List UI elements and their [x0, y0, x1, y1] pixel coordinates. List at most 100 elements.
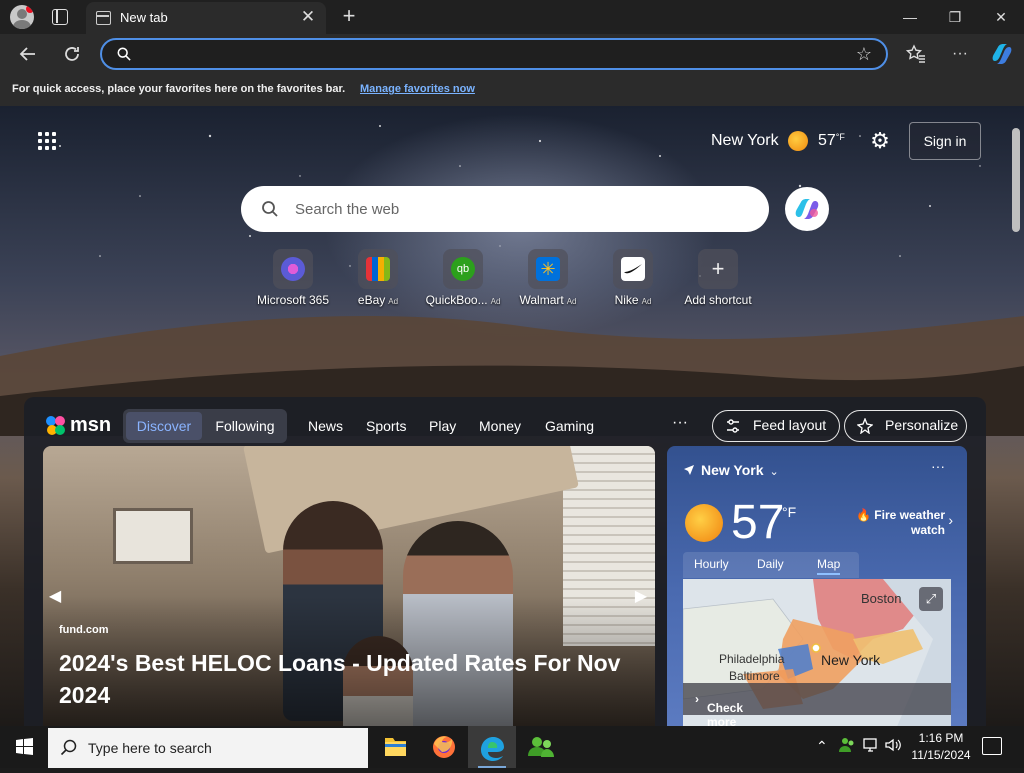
tab-hourly[interactable]: Hourly — [694, 557, 729, 571]
location-arrow-icon — [684, 465, 694, 475]
tab-map[interactable]: Map — [817, 557, 841, 575]
nav-play[interactable]: Play — [429, 418, 456, 434]
fire-icon: 🔥 — [856, 508, 871, 522]
msn-logo[interactable]: msn — [44, 412, 114, 438]
shortcut-microsoft-365[interactable]: Microsoft 365 — [250, 249, 336, 307]
tab-daily[interactable]: Daily — [757, 557, 784, 571]
close-window-button[interactable]: ✕ — [986, 4, 1016, 30]
refresh-icon[interactable] — [59, 41, 85, 67]
msn-feed: msn Discover Following News Sports Play … — [24, 397, 986, 726]
manage-favorites-link[interactable]: Manage favorites now — [360, 83, 475, 95]
favorite-star-icon[interactable]: ☆ — [856, 44, 872, 64]
weather-card-temp: 57 — [731, 496, 785, 549]
article-headline[interactable]: 2024's Best HELOC Loans - Updated Rates … — [59, 647, 639, 711]
more-nav-button[interactable]: ··· — [672, 414, 688, 432]
microsoft-365-icon — [281, 257, 305, 281]
sparkle-star-icon — [857, 418, 873, 434]
plus-icon: + — [711, 256, 725, 281]
settings-more-icon[interactable]: ··· — [947, 41, 973, 67]
add-shortcut-button[interactable]: + Add shortcut — [675, 249, 761, 307]
chevron-right-icon: › — [948, 512, 953, 528]
weather-location[interactable]: New York ⌄ — [683, 462, 779, 478]
map-label-philadelphia: Philadelphia — [719, 652, 785, 666]
weather-alert-map[interactable]: Boston Philadelphia New York Baltimore ⤢… — [683, 579, 951, 726]
new-tab-button[interactable]: + — [338, 5, 360, 27]
check-alert-details-link[interactable]: Check more alert details › — [683, 683, 951, 726]
expand-map-icon[interactable]: ⤢ — [919, 587, 943, 611]
shortcuts-row: Microsoft 365 eBay Ad qb QuickBoo... Ad ✳ … — [250, 249, 770, 313]
tab-discover[interactable]: Discover — [126, 412, 202, 440]
scrollbar-thumb[interactable] — [1012, 128, 1020, 232]
notification-center-icon[interactable] — [982, 737, 1002, 755]
feed-layout-button[interactable]: Feed layout — [712, 410, 840, 442]
taskbar-search-box[interactable]: Type here to search — [48, 728, 368, 768]
tab-actions-icon[interactable] — [52, 9, 68, 25]
clock-date: 11/15/2024 — [911, 748, 971, 762]
shortcut-walmart[interactable]: ✳ Walmart Ad — [505, 249, 591, 307]
web-search-box[interactable] — [241, 186, 769, 232]
volume-icon[interactable] — [884, 736, 902, 757]
chevron-up-icon[interactable]: ⌃ — [816, 738, 828, 755]
gear-icon[interactable]: ⚙ — [868, 129, 892, 153]
copilot-button[interactable] — [785, 187, 829, 231]
start-button[interactable] — [0, 726, 48, 768]
restore-button[interactable]: ❐ — [940, 4, 970, 30]
shortcut-nike[interactable]: Nike Ad — [590, 249, 676, 307]
windows-taskbar: Type here to search ⌃ 1:16 PM 11/15/2024 — [0, 726, 1024, 768]
search-icon — [60, 739, 77, 756]
weather-more-icon[interactable]: ··· — [931, 458, 945, 474]
feed-mode-toggle: Discover Following — [123, 409, 287, 443]
new-tab-page: New York 57°F ⚙ Sign in Microsoft 365 eB… — [0, 106, 1024, 726]
personalize-button[interactable]: Personalize — [844, 410, 967, 442]
sliders-icon — [727, 419, 739, 433]
minimize-button[interactable]: — — [895, 4, 925, 30]
system-clock[interactable]: 1:16 PM 11/15/2024 — [906, 730, 976, 764]
search-icon — [117, 47, 131, 61]
nav-gaming[interactable]: Gaming — [545, 418, 594, 434]
tab-following[interactable]: Following — [207, 412, 283, 440]
clock-time: 1:16 PM — [918, 731, 964, 745]
map-label-new-york: New York — [821, 652, 881, 668]
copilot-sidebar-icon[interactable] — [989, 41, 1015, 67]
favorites-icon[interactable] — [903, 41, 929, 67]
firefox-taskbar-icon[interactable] — [420, 726, 468, 768]
sign-in-button[interactable]: Sign in — [909, 122, 981, 160]
weather-card-unit: °F — [782, 504, 797, 520]
copilot-icon — [795, 199, 819, 219]
carousel-next-icon[interactable]: ▶ — [633, 586, 649, 608]
shortcut-quickbooks[interactable]: qb QuickBoo... Ad — [420, 249, 506, 307]
weather-card: New York ⌄ ··· 57 °F 🔥 Fire weather watch… — [667, 446, 967, 726]
hero-article-card[interactable]: ◀ ▶ fund.com 2024's Best HELOC Loans - U… — [43, 446, 655, 726]
web-search-input[interactable] — [295, 198, 735, 220]
profile-avatar[interactable] — [10, 5, 34, 29]
app-launcher-icon[interactable] — [38, 132, 58, 152]
network-icon[interactable] — [862, 736, 880, 757]
page-icon — [96, 11, 111, 25]
quickbooks-icon: qb — [451, 257, 475, 281]
sunny-icon — [788, 131, 808, 151]
fire-weather-alert[interactable]: 🔥 Fire weather watch — [845, 508, 945, 538]
nav-sports[interactable]: Sports — [366, 418, 406, 434]
notification-dot — [26, 5, 34, 13]
nav-money[interactable]: Money — [479, 418, 521, 434]
chevron-down-icon: ⌄ — [769, 466, 779, 478]
tab-title: New tab — [120, 10, 168, 25]
map-label-baltimore: Baltimore — [729, 669, 780, 683]
walmart-icon: ✳ — [536, 257, 560, 281]
people-app-taskbar-icon[interactable] — [517, 726, 565, 768]
people-tray-icon[interactable] — [838, 736, 856, 757]
tab-new-tab[interactable]: New tab ✕ — [86, 2, 326, 34]
file-explorer-taskbar-icon[interactable] — [371, 726, 419, 768]
close-tab-icon[interactable]: ✕ — [298, 7, 318, 27]
address-bar[interactable]: ☆ — [100, 38, 888, 70]
carousel-prev-icon[interactable]: ◀ — [47, 586, 63, 608]
shortcut-ebay[interactable]: eBay Ad — [335, 249, 421, 307]
address-input[interactable] — [142, 44, 842, 64]
title-bar: New tab ✕ + — ❐ ✕ — [0, 0, 1024, 34]
navigation-bar: ☆ ··· — [0, 34, 1024, 74]
edge-taskbar-icon[interactable] — [468, 726, 516, 768]
back-arrow-icon[interactable] — [15, 41, 41, 67]
search-icon — [262, 201, 278, 217]
sunny-icon — [685, 504, 723, 542]
nav-news[interactable]: News — [308, 418, 343, 434]
